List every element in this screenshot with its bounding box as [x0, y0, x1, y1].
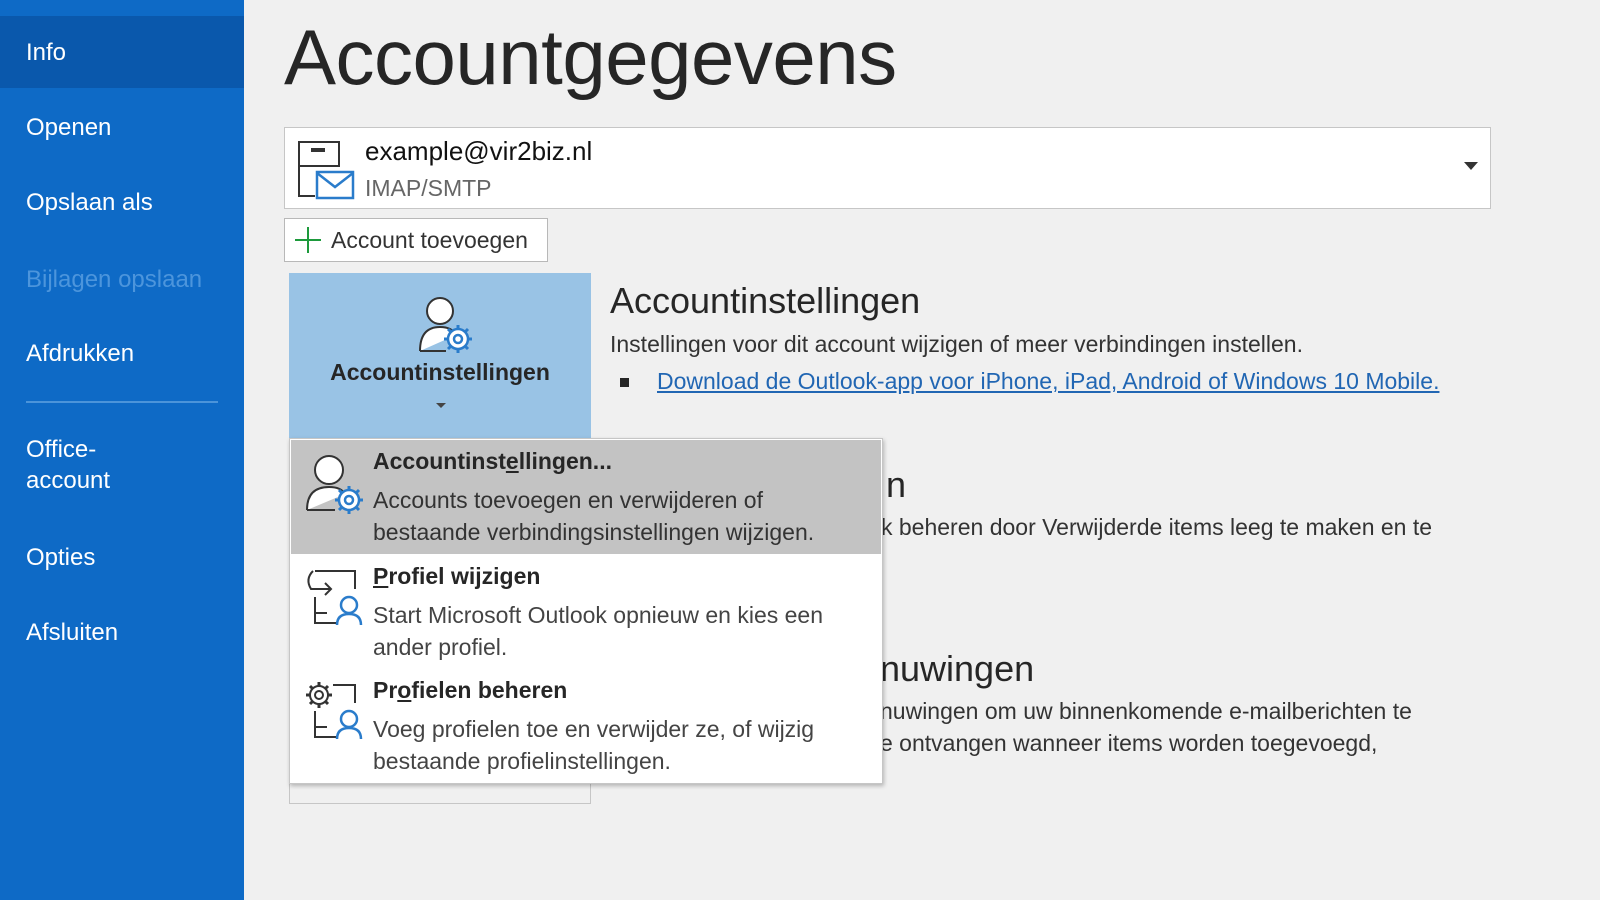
nav-bijlagen-opslaan: Bijlagen opslaan: [26, 266, 203, 293]
section-account-settings-desc: Instellingen voor dit account wijzigen o…: [610, 331, 1303, 357]
nav-afsluiten[interactable]: Afsluiten: [0, 617, 244, 648]
section-mailbox-title-fragment: n: [886, 464, 907, 505]
menu-item-manage-profiles[interactable]: Profielen beheren Voeg profielen toe en …: [291, 669, 881, 783]
menu-item-desc: Voeg profielen toe en verwijder ze, of w…: [373, 716, 815, 774]
sidebar: Info Openen Opslaan als Bijlagen opslaan…: [0, 0, 244, 900]
nav-info[interactable]: Info: [0, 16, 244, 88]
section-rules-desc-line1: nuwingen om uw binnenkomende e-mailberic…: [880, 698, 1412, 724]
section-account-settings-title: Accountinstellingen: [610, 280, 921, 321]
add-account-label: Account toevoegen: [331, 226, 528, 253]
nav-office-account[interactable]: Office- account: [0, 434, 244, 496]
chevron-down-icon: [436, 403, 446, 408]
nav-opslaan-als[interactable]: Opslaan als: [0, 187, 244, 218]
page-title: Accountgegevens: [284, 13, 897, 101]
chevron-down-icon[interactable]: [1464, 162, 1478, 170]
account-settings-button[interactable]: Accountinstellingen: [289, 273, 591, 439]
add-account-button[interactable]: Account toevoegen: [284, 218, 548, 262]
account-email: example@vir2biz.nl: [365, 136, 593, 166]
nav-afdrukken[interactable]: Afdrukken: [0, 338, 244, 369]
switch-profile-icon: [307, 570, 363, 626]
account-type: IMAP/SMTP: [365, 175, 492, 201]
nav-opties[interactable]: Opties: [0, 542, 244, 573]
section-mailbox-desc-fragment: k beheren door Verwijderde items leeg te…: [881, 514, 1433, 540]
menu-item-title: Accountinstellingen...: [373, 448, 612, 474]
plus-icon: [293, 225, 323, 255]
account-settings-label: Accountinstellingen: [330, 359, 550, 385]
account-selector[interactable]: example@vir2biz.nl IMAP/SMTP: [284, 127, 1491, 209]
menu-item-desc: Accounts toevoegen en verwijderen of bes…: [373, 487, 815, 545]
manage-profiles-icon: [306, 682, 363, 740]
section-rules-title-fragment: nuwingen: [880, 648, 1035, 689]
user-gear-icon: [306, 455, 363, 514]
outlook-app-link[interactable]: Download de Outlook-app voor iPhone, iPa…: [657, 368, 1439, 395]
menu-item-title: Profielen beheren: [373, 677, 568, 703]
user-gear-icon: [419, 297, 472, 353]
bullet: [620, 378, 629, 387]
menu-item-title: Profiel wijzigen: [373, 563, 541, 589]
mailbox-icon: [298, 141, 355, 200]
menu-item-account-settings[interactable]: Accountinstellingen... Accounts toevoege…: [291, 440, 881, 554]
nav-openen[interactable]: Openen: [0, 112, 244, 143]
section-rules-desc-line2: e ontvangen wanneer items worden toegevo…: [880, 730, 1378, 756]
menu-item-change-profile[interactable]: Profiel wijzigen Start Microsoft Outlook…: [291, 555, 881, 669]
account-settings-menu: Accountinstellingen... Accounts toevoege…: [289, 438, 883, 784]
nav-divider: [26, 401, 218, 403]
menu-item-desc: Start Microsoft Outlook opnieuw en kies …: [373, 602, 824, 660]
